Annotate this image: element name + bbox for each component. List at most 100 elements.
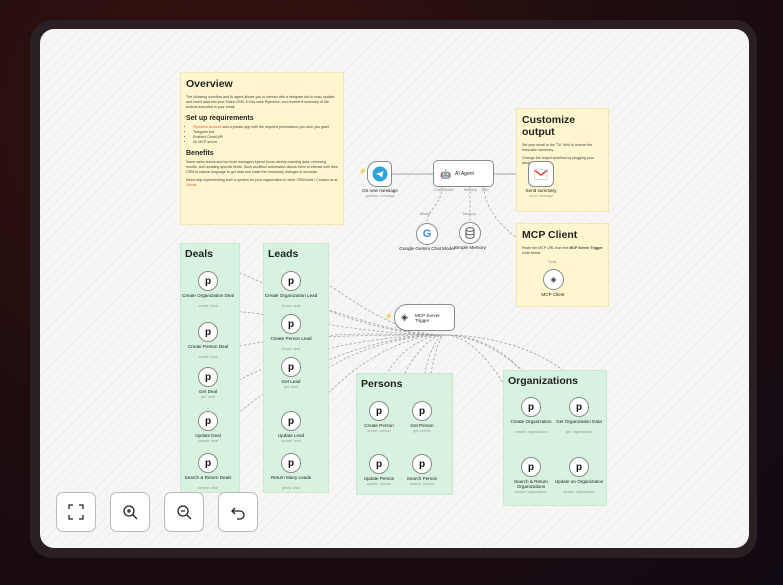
deals-title: Deals <box>185 248 214 260</box>
benefits-title: Benefits <box>186 150 214 157</box>
tool-node-label: Get Person <box>410 423 434 428</box>
pipedrive-icon: p <box>287 457 295 469</box>
database-icon <box>465 227 475 239</box>
pipedrive-tool-node[interactable]: p <box>569 397 589 417</box>
requirements-list: Pipedrive account and a private app with… <box>186 125 338 145</box>
mcp-client-node[interactable]: ◈ <box>543 269 564 290</box>
mcp-client-text: Paste the MCP URL from the MCP Server Tr… <box>522 246 603 255</box>
zoom-in-button[interactable] <box>110 492 150 532</box>
gemini-chat-model-node[interactable]: G <box>416 223 438 245</box>
pipedrive-icon: p <box>204 415 212 427</box>
tool-node-subtitle: update: organization <box>562 490 596 495</box>
pipedrive-tool-node[interactable]: p <box>521 457 541 477</box>
pipedrive-tool-node[interactable]: p <box>369 401 389 421</box>
tool-node-subtitle: get: organization <box>565 430 593 435</box>
setup-title: Set up requirements <box>186 115 254 122</box>
telegram-node-subtitle: updates: message <box>365 194 395 198</box>
pipedrive-tool-node[interactable]: p <box>369 454 389 474</box>
tool-node-subtitle: create: lead <box>281 347 301 352</box>
pipedrive-tool-node[interactable]: p <box>198 271 218 291</box>
tool-node-label: Create Organization Lead <box>264 293 318 298</box>
pipedrive-tool-node[interactable]: p <box>569 457 589 477</box>
pipedrive-icon: p <box>375 405 383 417</box>
pipedrive-tool-node[interactable]: p <box>281 357 301 377</box>
pipedrive-icon: p <box>287 415 295 427</box>
pipedrive-tool-node[interactable]: p <box>198 367 218 387</box>
pipedrive-icon: p <box>418 458 426 470</box>
robot-icon: 🤖 <box>440 169 452 179</box>
tool-node-subtitle: get: person <box>413 428 431 433</box>
pipedrive-link[interactable]: Pipedrive account <box>193 125 222 129</box>
tool-node-label: Update Lead <box>277 433 305 438</box>
gmail-node-subtitle: send: message <box>528 194 554 198</box>
mcp-server-icon: ◈ <box>401 312 408 322</box>
tool-node-label: Return Many Leads <box>270 475 312 480</box>
tool-node-label: Search & Return Deals <box>184 475 232 480</box>
leads-title: Leads <box>268 248 299 260</box>
flash-icon: ⚡ <box>359 169 367 175</box>
tool-node-subtitle: create: deal <box>198 304 218 309</box>
tool-node-subtitle: getAll: lead <box>282 486 300 491</box>
overview-title: Overview <box>186 78 233 90</box>
wire-agent-gemini <box>426 186 443 224</box>
pipedrive-tool-node[interactable]: p <box>198 453 218 473</box>
google-icon: G <box>422 228 432 240</box>
ai-agent-label: AI Agent <box>455 171 474 177</box>
tool-node-label: Update an Organization <box>554 479 604 484</box>
tool-node-subtitle: create: lead <box>281 304 301 309</box>
pipedrive-icon: p <box>375 458 383 470</box>
mcp-trigger-label: MCP Server Trigger <box>415 313 440 324</box>
tool-node-label: Get Lead <box>281 379 301 384</box>
pipedrive-tool-node[interactable]: p <box>198 411 218 431</box>
zoom-out-button[interactable] <box>164 492 204 532</box>
mcp-server-trigger-node[interactable]: ◈ MCP Server Trigger <box>394 304 455 331</box>
telegram-trigger-node[interactable] <box>367 161 392 187</box>
tool-node-label: Create Person Deal <box>187 344 229 349</box>
undo-button[interactable] <box>218 492 258 532</box>
overview-intro: The following workflow and AI agent allo… <box>186 95 336 109</box>
customize-title: Customize output <box>522 114 576 138</box>
pipedrive-icon: p <box>287 318 295 330</box>
ai-agent-node[interactable]: 🤖 AI Agent <box>433 160 494 187</box>
gmail-node[interactable] <box>528 161 554 187</box>
overview-note[interactable]: Overview The following workflow and AI a… <box>180 72 344 225</box>
contact-link[interactable]: 1Node <box>186 183 197 187</box>
tool-node-subtitle: create: deal <box>198 355 218 360</box>
zoom-out-icon <box>177 505 192 520</box>
fit-view-button[interactable] <box>56 492 96 532</box>
mcp-client-title: MCP Client <box>522 229 578 241</box>
pipedrive-tool-node[interactable]: p <box>281 411 301 431</box>
requirement-item: Pipedrive account and a private app with… <box>193 125 338 130</box>
tool-node-subtitle: search: person <box>410 481 434 486</box>
workflow-canvas[interactable]: Overview The following workflow and AI a… <box>40 29 749 548</box>
flash-icon: ⚡ <box>385 314 393 320</box>
pipedrive-tool-node[interactable]: p <box>412 454 432 474</box>
tool-node-label: Create Person Lead <box>270 336 312 341</box>
pipedrive-tool-node[interactable]: p <box>281 314 301 334</box>
mcp-client-node-label: MCP Client <box>541 292 565 297</box>
pipedrive-icon: p <box>527 461 535 473</box>
tool-node-label: Get Organization Data <box>556 419 602 424</box>
chat-model-tag: Chat Model* <box>434 188 454 192</box>
persons-title: Persons <box>361 378 403 390</box>
pipedrive-tool-node[interactable]: p <box>198 322 218 342</box>
pipedrive-icon: p <box>527 401 535 413</box>
pipedrive-tool-node[interactable]: p <box>412 401 432 421</box>
mcp-icon: ◈ <box>550 275 557 284</box>
gmail-icon <box>534 168 548 180</box>
gemini-model-tag: Model <box>420 212 430 216</box>
pipedrive-tool-node[interactable]: p <box>521 397 541 417</box>
pipedrive-tool-node[interactable]: p <box>281 453 301 473</box>
tool-node-subtitle: get: deal <box>201 394 215 399</box>
benefits-text: Some sales teams and top level managers … <box>186 160 338 174</box>
memory-tag: Memory <box>464 188 477 192</box>
tool-node-label: Update Deal <box>195 433 221 438</box>
pipedrive-icon: p <box>575 461 583 473</box>
pipedrive-tool-node[interactable]: p <box>281 271 301 291</box>
tool-node-subtitle: search: deal <box>198 486 218 491</box>
tool-node-subtitle: update: deal <box>198 438 218 443</box>
pipedrive-icon: p <box>204 457 212 469</box>
simple-memory-node[interactable] <box>459 222 481 244</box>
requirement-item: An MCP server <box>193 140 338 145</box>
customize-text-1: Set your email in the "To" field to rece… <box>522 143 593 152</box>
